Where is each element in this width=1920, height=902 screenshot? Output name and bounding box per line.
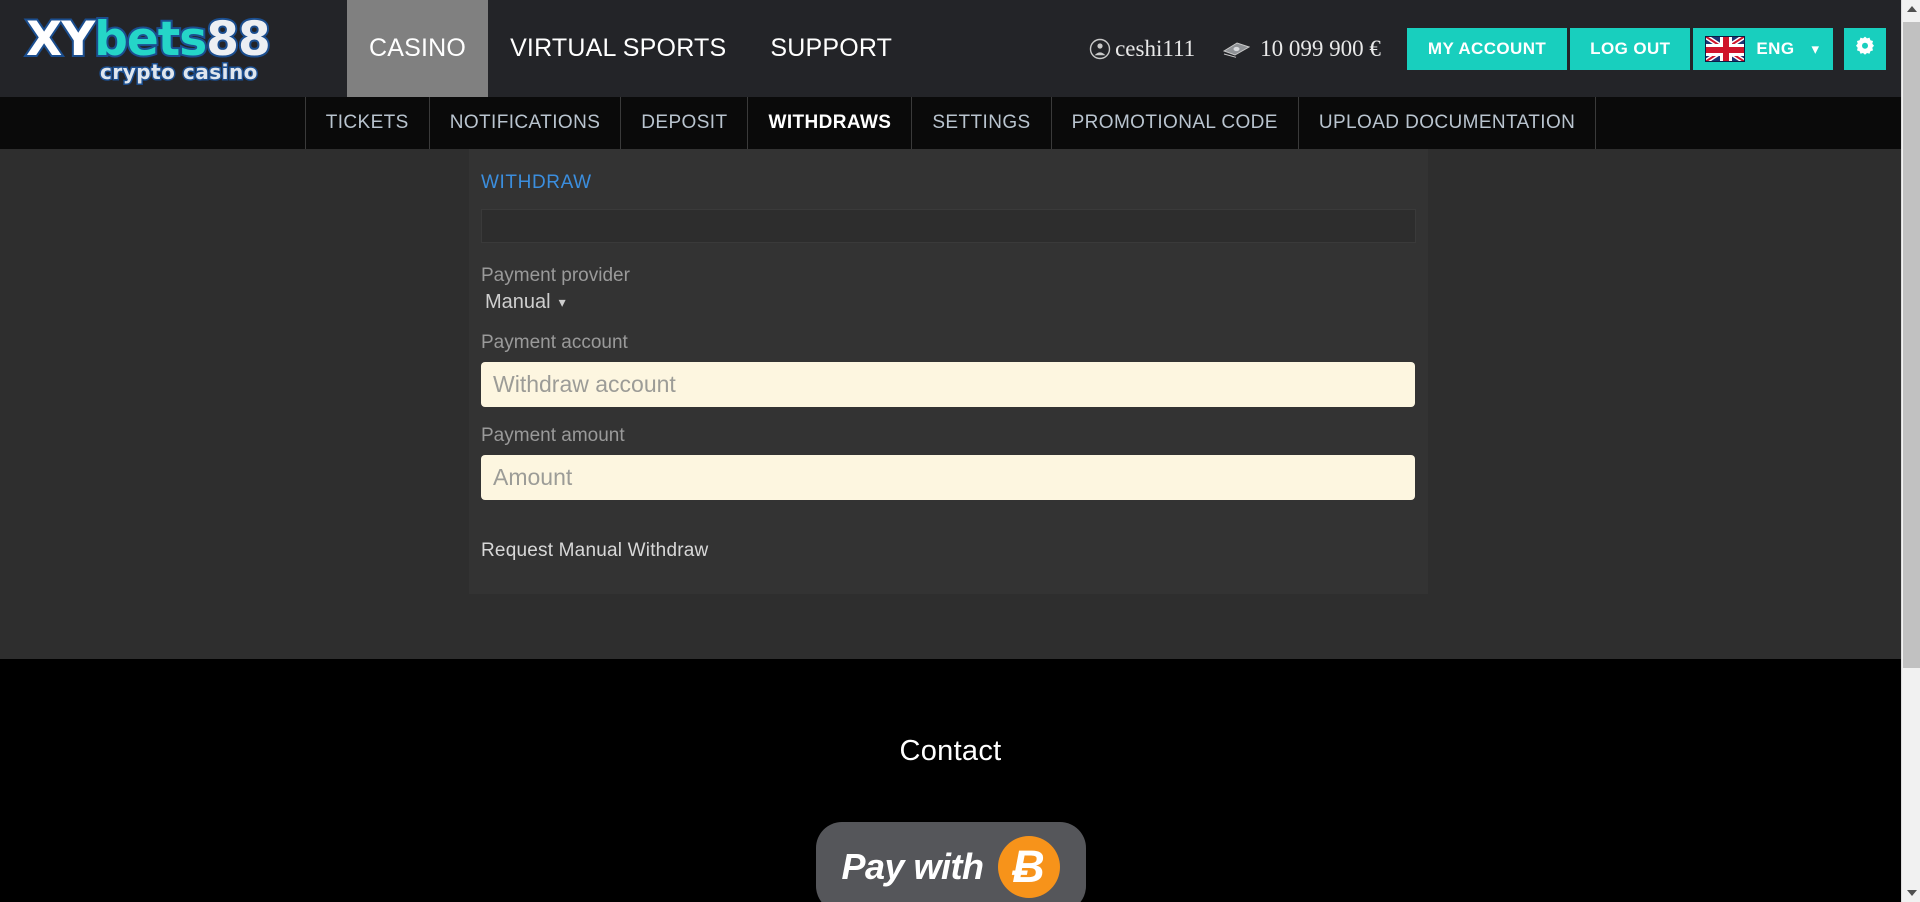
payment-amount-input[interactable] <box>481 455 1415 500</box>
primary-navigation: CASINO VIRTUAL SPORTS SUPPORT <box>347 0 914 97</box>
tab-notifications[interactable]: NOTIFICATIONS <box>429 97 621 149</box>
header-right-cluster: ceshi111 10 099 900 € MY ACCOUNT LOG OUT <box>1089 0 1901 97</box>
page-root: XYbets88 crypto casino CASINO VIRTUAL SP… <box>0 0 1901 902</box>
site-header: XYbets88 crypto casino CASINO VIRTUAL SP… <box>0 0 1901 97</box>
main-content: WITHDRAW Payment provider Manual ▾ Payme… <box>0 149 1901 659</box>
withdraw-notice-box <box>481 209 1416 243</box>
tab-promotional-code[interactable]: PROMOTIONAL CODE <box>1051 97 1298 149</box>
scrollbar-down-button[interactable] <box>1902 884 1920 902</box>
scrollbar-thumb[interactable] <box>1903 22 1920 668</box>
payment-amount-label: Payment amount <box>469 407 1428 447</box>
payment-account-input[interactable] <box>481 362 1415 407</box>
payment-provider-value: Manual <box>485 291 551 314</box>
bitcoin-icon: Ƀ <box>998 836 1060 898</box>
payment-provider-select-wrap: Manual ▾ <box>469 287 1428 314</box>
account-tabs: TICKETS NOTIFICATIONS DEPOSIT WITHDRAWS … <box>0 97 1901 149</box>
nav-item-virtual-sports[interactable]: VIRTUAL SPORTS <box>488 0 748 97</box>
triangle-down-icon <box>1907 890 1917 896</box>
log-out-button[interactable]: LOG OUT <box>1570 28 1690 70</box>
user-circle-icon <box>1089 38 1111 60</box>
logo-text-bets: bets <box>94 12 206 67</box>
tab-upload-documentation[interactable]: UPLOAD DOCUMENTATION <box>1298 97 1596 149</box>
nav-item-casino[interactable]: CASINO <box>347 0 488 97</box>
language-label: ENG <box>1756 39 1794 59</box>
page-scrollbar[interactable] <box>1901 0 1920 902</box>
bitcoin-glyph: Ƀ <box>1012 844 1045 889</box>
gear-icon <box>1855 36 1875 61</box>
site-footer: Contact Pay with Ƀ <box>0 659 1901 902</box>
pay-with-bitcoin-badge[interactable]: Pay with Ƀ <box>816 822 1086 902</box>
payment-account-label: Payment account <box>469 314 1428 354</box>
scrollbar-up-button[interactable] <box>1902 0 1920 18</box>
contact-heading: Contact <box>0 659 1901 768</box>
withdraw-card: WITHDRAW Payment provider Manual ▾ Payme… <box>469 149 1428 594</box>
triangle-up-icon <box>1907 6 1917 12</box>
tab-settings[interactable]: SETTINGS <box>911 97 1050 149</box>
chevron-down-icon: ▾ <box>559 294 566 311</box>
balance-amount: 10 099 900 € <box>1260 36 1381 62</box>
language-selector[interactable]: ENG ▾ <box>1693 28 1833 70</box>
payment-provider-select[interactable]: Manual ▾ <box>485 291 566 314</box>
balance-display: 10 099 900 € <box>1223 36 1381 62</box>
logo-wordmark: XYbets88 <box>26 16 270 63</box>
chevron-down-icon: ▾ <box>1811 40 1819 58</box>
settings-button[interactable] <box>1844 28 1886 70</box>
nav-item-support[interactable]: SUPPORT <box>748 0 914 97</box>
logo-tagline: crypto casino <box>100 60 258 84</box>
account-tabs-inner: TICKETS NOTIFICATIONS DEPOSIT WITHDRAWS … <box>305 97 1597 149</box>
tab-tickets[interactable]: TICKETS <box>305 97 429 149</box>
request-manual-withdraw-button[interactable]: Request Manual Withdraw <box>481 540 708 594</box>
uk-flag-icon <box>1705 36 1745 62</box>
tab-withdraws[interactable]: WITHDRAWS <box>747 97 911 149</box>
pay-with-label: Pay with <box>842 846 984 888</box>
site-logo[interactable]: XYbets88 crypto casino <box>22 10 320 88</box>
payment-provider-label: Payment provider <box>469 243 1428 287</box>
banknotes-icon <box>1223 40 1250 58</box>
user-display[interactable]: ceshi111 <box>1089 36 1195 62</box>
logo-text-xy: XY <box>26 12 94 67</box>
withdraw-card-title: WITHDRAW <box>469 149 1428 194</box>
logo-text-88: 88 <box>206 12 269 67</box>
username-label: ceshi111 <box>1115 36 1195 62</box>
tab-deposit[interactable]: DEPOSIT <box>620 97 747 149</box>
my-account-button[interactable]: MY ACCOUNT <box>1407 28 1567 70</box>
browser-viewport: XYbets88 crypto casino CASINO VIRTUAL SP… <box>0 0 1920 902</box>
